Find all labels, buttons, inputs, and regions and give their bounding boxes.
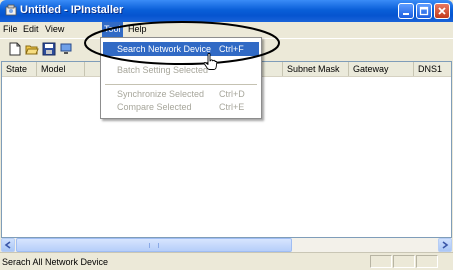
chevron-left-icon	[4, 241, 11, 249]
status-pane	[393, 255, 415, 268]
app-icon	[5, 4, 17, 16]
save-icon[interactable]	[42, 42, 56, 56]
scroll-left-button[interactable]	[1, 238, 15, 252]
menu-item-label: Compare Selected	[117, 102, 192, 112]
open-folder-icon[interactable]	[25, 42, 39, 56]
menu-edit[interactable]: Edit	[23, 24, 39, 34]
menu-item-compare-selected[interactable]: Compare Selected Ctrl+E	[103, 100, 259, 114]
annotation-oval	[84, 21, 280, 65]
maximize-icon	[419, 6, 429, 16]
scroll-thumb[interactable]	[16, 238, 292, 252]
status-text: Serach All Network Device	[2, 257, 109, 267]
hand-cursor-icon	[203, 53, 217, 70]
column-header-gateway[interactable]: Gateway	[349, 62, 414, 76]
close-icon	[438, 7, 446, 15]
menu-view[interactable]: View	[45, 24, 64, 34]
column-header-model[interactable]: Model	[37, 62, 85, 76]
menu-item-label: Synchronize Selected	[117, 89, 205, 99]
column-header-dns1[interactable]: DNS1	[414, 62, 451, 76]
status-pane	[416, 255, 438, 268]
scroll-right-button[interactable]	[438, 238, 452, 252]
close-button[interactable]	[434, 3, 450, 19]
horizontal-scrollbar[interactable]	[1, 238, 452, 252]
maximize-button[interactable]	[416, 3, 432, 19]
window-title: Untitled - IPInstaller	[20, 4, 124, 16]
minimize-button[interactable]	[398, 3, 414, 19]
menu-item-synchronize-selected[interactable]: Synchronize Selected Ctrl+D	[103, 87, 259, 101]
column-header-state[interactable]: State	[2, 62, 37, 76]
menu-item-shortcut: Ctrl+E	[219, 102, 245, 112]
menu-item-shortcut: Ctrl+D	[219, 89, 245, 99]
scroll-grip	[149, 243, 159, 248]
status-pane	[370, 255, 392, 268]
status-bar: Serach All Network Device	[0, 252, 453, 270]
menu-file[interactable]: File	[3, 24, 18, 34]
application-window: Untitled - IPInstaller File Edit View To…	[0, 0, 453, 270]
minimize-icon	[403, 13, 409, 15]
network-icon[interactable]	[59, 42, 73, 56]
menu-separator	[105, 84, 257, 85]
new-file-icon[interactable]	[8, 42, 22, 56]
chevron-right-icon	[442, 241, 449, 249]
column-header-subnet-mask[interactable]: Subnet Mask	[283, 62, 349, 76]
